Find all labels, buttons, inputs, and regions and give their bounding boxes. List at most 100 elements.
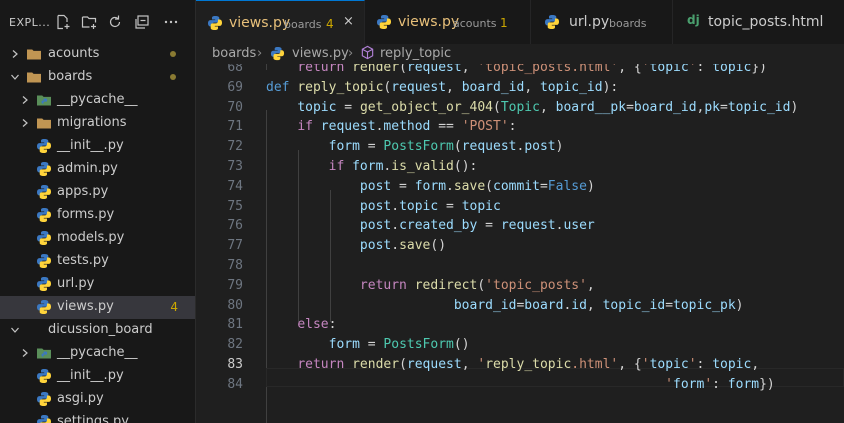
line-number: 80 — [227, 297, 243, 313]
line-number: 75 — [227, 198, 243, 214]
code-line[interactable]: post = form.save(commit=False) — [266, 179, 595, 194]
tree-item[interactable]: __init__.py — [0, 135, 195, 158]
code-line[interactable]: return render(request, 'reply_topic.html… — [266, 357, 759, 372]
code-line[interactable]: if request.method == 'POST': — [266, 119, 516, 134]
tab-filename: views.py — [229, 15, 291, 31]
tab-folder-desc: acounts — [453, 17, 497, 30]
chevron-down-icon[interactable] — [10, 72, 20, 82]
refresh-icon[interactable] — [106, 13, 124, 31]
chevron-right-icon[interactable] — [20, 348, 30, 358]
chevron-right-icon[interactable] — [10, 49, 20, 59]
tree-item[interactable]: apps.py — [0, 181, 195, 204]
new-file-icon[interactable] — [54, 13, 72, 31]
code-line[interactable]: post.save() — [266, 238, 446, 253]
tree-item-label: asgi.py — [57, 391, 104, 406]
tree-item[interactable]: acounts — [0, 43, 195, 66]
line-number: 84 — [227, 376, 243, 392]
line-number: 82 — [227, 337, 243, 353]
code-line[interactable]: topic = get_object_or_404(Topic, board__… — [266, 100, 798, 115]
tree-item[interactable]: dicussion_board — [0, 319, 195, 342]
code-line[interactable]: form = PostsForm() — [266, 337, 470, 352]
tab-filename: views.py — [398, 14, 460, 30]
code-line[interactable]: return render(request, 'topic_posts.html… — [266, 64, 767, 75]
tab-filename: topic_posts.html — [708, 14, 824, 30]
line-number: 79 — [227, 277, 243, 293]
tree-item[interactable]: __pycache__ — [0, 342, 195, 365]
tree-item-label: models.py — [57, 230, 125, 245]
tree-item[interactable]: __pycache__ — [0, 89, 195, 112]
breadcrumb-symbol[interactable]: reply_topic — [380, 46, 451, 61]
tree-item[interactable]: admin.py — [0, 158, 195, 181]
indent-guide — [298, 150, 299, 322]
chevron-right-icon[interactable] — [20, 95, 30, 105]
chevron-right-icon[interactable] — [20, 118, 30, 128]
code-line[interactable]: post.created_by = request.user — [266, 218, 595, 233]
breadcrumb-separator-icon: › — [257, 46, 263, 61]
explorer-title: EXPL... — [9, 16, 51, 29]
code-line[interactable]: post.topic = topic — [266, 199, 501, 214]
new-folder-icon[interactable] — [80, 13, 98, 31]
tree-item[interactable]: asgi.py — [0, 388, 195, 411]
tree-item[interactable]: views.py 4 — [0, 296, 195, 319]
explorer-header: EXPL... — [0, 0, 195, 44]
line-number: 83 — [227, 357, 243, 372]
line-number: 73 — [227, 159, 243, 174]
code-line[interactable]: else: — [266, 317, 336, 332]
problem-badge: 4 — [170, 300, 178, 314]
python-file-icon — [270, 46, 286, 62]
tree-item[interactable]: migrations — [0, 112, 195, 135]
python-file-icon — [36, 161, 52, 177]
python-file-icon — [36, 253, 52, 269]
python-file-icon — [36, 230, 52, 246]
tab-bar: views.py boards 4 × views.py acounts 1 u… — [196, 0, 844, 44]
more-icon[interactable] — [162, 13, 180, 31]
pycache-folder-icon — [36, 92, 52, 108]
python-file-icon — [544, 14, 560, 30]
tree-item[interactable]: boards — [0, 66, 195, 89]
python-file-icon — [36, 299, 52, 315]
modified-dot — [170, 51, 176, 57]
python-file-icon — [376, 14, 392, 30]
tab-url-boards[interactable]: url.py boards — [531, 0, 673, 44]
tab-topic-posts-html[interactable]: dj topic_posts.html — [673, 0, 844, 44]
tree-item[interactable]: forms.py — [0, 204, 195, 227]
line-number: 78 — [227, 258, 243, 273]
tree-item-label: apps.py — [57, 184, 109, 199]
python-file-icon — [207, 15, 223, 31]
code-editor[interactable]: 68 69 70 71 72 73 74 75 76 77 78 79 80 81 82 83 84 retur… — [196, 64, 844, 423]
tree-item[interactable]: tests.py — [0, 250, 195, 273]
breadcrumb-folder[interactable]: boards — [212, 46, 256, 61]
tree-item[interactable]: settings.py — [0, 411, 195, 423]
breadcrumb-file[interactable]: views.py — [292, 46, 349, 61]
tree-item[interactable]: models.py — [0, 227, 195, 250]
python-file-icon — [36, 276, 52, 292]
tree-item-label: settings.py — [57, 414, 129, 423]
tab-problem-count: 1 — [500, 16, 508, 30]
tree-item-label: migrations — [57, 115, 127, 130]
tab-views-boards[interactable]: views.py boards 4 × — [196, 0, 365, 44]
folder-icon — [36, 115, 52, 131]
tree-item-label: boards — [48, 69, 93, 84]
line-number: 68 — [227, 64, 243, 75]
folder-icon — [26, 46, 42, 62]
code-line[interactable]: def reply_topic(request, board_id, topic… — [266, 80, 618, 95]
tab-problem-count: 4 — [326, 17, 334, 31]
tree-item-label: __init__.py — [57, 368, 124, 383]
collapse-all-icon[interactable] — [133, 13, 151, 31]
code-line[interactable]: 'form': form}) — [266, 377, 775, 392]
tab-views-acounts[interactable]: views.py acounts 1 — [365, 0, 531, 44]
code-line[interactable]: form = PostsForm(request.post) — [266, 139, 564, 154]
tree-item-label: admin.py — [57, 161, 118, 176]
line-number: 76 — [227, 218, 243, 234]
pycache-folder-icon — [36, 345, 52, 361]
modified-dot — [170, 74, 176, 80]
tree-item-label: dicussion_board — [48, 322, 153, 337]
tree-item-label: __pycache__ — [57, 345, 138, 360]
close-icon[interactable]: × — [343, 14, 354, 29]
code-line[interactable]: return redirect('topic_posts', — [266, 278, 595, 293]
tree-item[interactable]: __init__.py — [0, 365, 195, 388]
tree-item[interactable]: url.py — [0, 273, 195, 296]
chevron-down-icon[interactable] — [10, 325, 20, 335]
code-line[interactable]: board_id=board.id, topic_id=topic_pk) — [266, 298, 744, 313]
code-line[interactable]: if form.is_valid(): — [266, 159, 478, 174]
